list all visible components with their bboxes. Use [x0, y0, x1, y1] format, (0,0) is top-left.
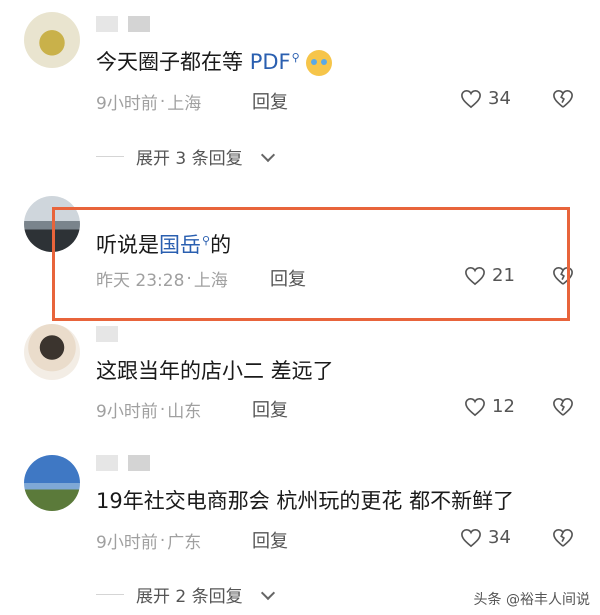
avatar[interactable] [24, 12, 80, 68]
broken-heart-icon[interactable] [552, 397, 574, 417]
chevron-down-icon [260, 147, 275, 162]
username-redacted[interactable] [96, 326, 118, 344]
like-button[interactable]: 34 [460, 527, 511, 548]
username-redacted[interactable] [96, 455, 150, 473]
like-count: 34 [488, 527, 511, 548]
username-redacted[interactable] [96, 16, 150, 34]
heart-icon [460, 89, 482, 109]
chevron-down-icon [260, 585, 275, 600]
crying-emoji-icon [305, 50, 332, 76]
like-button[interactable]: 34 [460, 88, 511, 109]
heart-icon [464, 397, 486, 417]
highlight-box [52, 207, 570, 321]
comment-text: 19年社交电商那会 杭州玩的更花 都不新鲜了 [96, 489, 515, 513]
comment-meta: 9小时前 · 上海 [96, 91, 202, 115]
comment-text: 这跟当年的店小二 差远了 [96, 359, 334, 383]
expand-replies-button[interactable]: 展开 2 条回复 [96, 582, 275, 607]
like-count: 12 [492, 396, 515, 417]
broken-heart-icon[interactable] [552, 528, 574, 548]
reply-button[interactable]: 回复 [252, 396, 288, 422]
reply-button[interactable]: 回复 [252, 527, 288, 553]
comment-text: 今天圈子都在等 PDF⚲ [96, 46, 332, 76]
divider-line [96, 156, 124, 157]
like-button[interactable]: 12 [464, 396, 515, 417]
comment-meta: 9小时前 · 广东 [96, 530, 202, 554]
avatar[interactable] [24, 455, 80, 511]
comment-meta: 9小时前 · 山东 [96, 399, 202, 423]
avatar[interactable] [24, 324, 80, 380]
broken-heart-icon[interactable] [552, 89, 574, 109]
expand-replies-button[interactable]: 展开 3 条回复 [96, 144, 275, 169]
reply-button[interactable]: 回复 [252, 88, 288, 114]
divider-line [96, 594, 124, 595]
like-count: 34 [488, 88, 511, 109]
heart-icon [460, 528, 482, 548]
search-icon: ⚲ [291, 51, 300, 64]
topic-link[interactable]: PDF [250, 50, 291, 74]
watermark: 头条 @裕丰人间说 [473, 592, 590, 608]
